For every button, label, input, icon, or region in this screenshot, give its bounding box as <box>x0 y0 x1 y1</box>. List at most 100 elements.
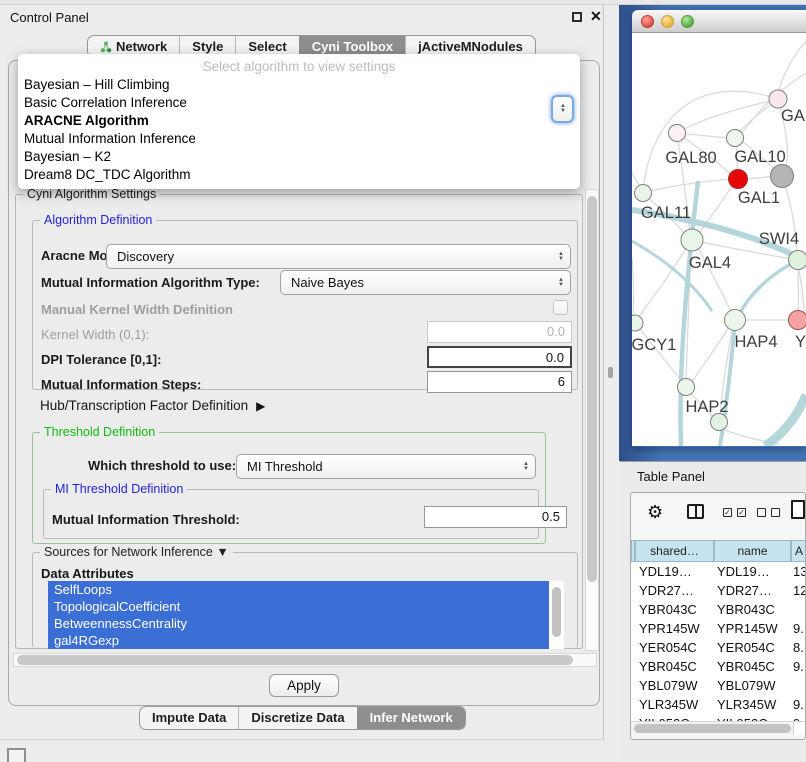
network-node-gcy1[interactable] <box>632 315 643 331</box>
hub-definition-expander[interactable]: Hub/Transcription Factor Definition▶ <box>40 398 265 413</box>
network-node-gal11[interactable] <box>635 185 652 202</box>
network-node-swi4[interactable] <box>789 251 806 270</box>
table-settings-gear-icon[interactable]: ⚙ <box>647 502 663 523</box>
table-cell: 9. <box>793 657 804 676</box>
table-row[interactable]: YLR345WYLR345W9. <box>631 695 806 714</box>
network-node-gal1[interactable] <box>729 170 748 189</box>
manual-kernel-label: Manual Kernel Width Definition <box>41 302 233 317</box>
algorithm-option[interactable]: Bayesian – K2 <box>18 148 580 166</box>
bottom-tab-discretize-data[interactable]: Discretize Data <box>238 707 356 729</box>
algorithm-dropdown-popup: Select algorithm to view settings Bayesi… <box>18 54 580 189</box>
algorithm-definition-group: Algorithm Definition Aracne Mode: Discov… <box>32 220 578 390</box>
network-canvas[interactable]: GALGAL80GAL10GAL1GAL11GAL4SWI4GCY1HAP4YH… <box>632 33 806 446</box>
mi-type-select[interactable]: Naive Bayes <box>280 270 571 295</box>
network-node-gal10[interactable] <box>727 130 744 147</box>
bottom-tab-impute-data[interactable]: Impute Data <box>140 707 238 729</box>
table-row[interactable]: YBL079WYBL079W <box>631 676 806 695</box>
sources-title[interactable]: Sources for Network Inference ▼ <box>40 545 233 559</box>
attribute-item[interactable]: TopologicalCoefficient <box>48 598 549 615</box>
table-header-cell[interactable]: name <box>714 540 791 562</box>
select-all-checkbox-icon[interactable] <box>737 508 746 517</box>
zoom-window-icon[interactable] <box>681 15 694 28</box>
algorithm-option[interactable]: Dream8 DC_TDC Algorithm <box>18 166 580 184</box>
table-cell: YIL052C <box>639 714 690 721</box>
algorithm-option[interactable]: ARACNE Algorithm <box>18 112 580 130</box>
panel-splitter-handle[interactable] <box>608 367 613 378</box>
deselect-all-checkbox-icon[interactable] <box>757 508 766 517</box>
settings-horizontal-scrollbar[interactable] <box>13 653 597 667</box>
apply-button[interactable]: Apply <box>269 674 339 697</box>
hub-definition-label: Hub/Transcription Factor Definition <box>40 398 248 413</box>
network-node[interactable] <box>711 414 728 431</box>
network-graph[interactable]: GALGAL80GAL10GAL1GAL11GAL4SWI4GCY1HAP4YH… <box>632 33 806 446</box>
table-header-cell[interactable]: shared… <box>635 540 714 562</box>
aracne-mode-select[interactable]: Discovery <box>106 244 571 269</box>
table-row[interactable]: YIL052CYIL052C9. <box>631 714 806 721</box>
table-cell: 9. <box>793 714 804 721</box>
close-panel-icon[interactable]: ✕ <box>590 8 602 25</box>
minimize-window-icon[interactable] <box>661 15 674 28</box>
table-cell: 9. <box>793 695 804 714</box>
deselect-all-checkbox-icon[interactable] <box>771 508 780 517</box>
panel-title: Control Panel <box>10 10 89 25</box>
data-attributes-list[interactable]: SelfLoopsTopologicalCoefficientBetweenne… <box>48 581 564 649</box>
scrollbar-corner <box>793 722 806 735</box>
node-label-swi4: SWI4 <box>759 230 799 248</box>
aracne-mode-value: Discovery <box>117 249 174 264</box>
table-body: YDL19…YDL19…13YDR27…YDR27…12YBR043CYBR04… <box>631 562 806 721</box>
window-titlebar[interactable] <box>632 10 806 33</box>
mi-threshold-field[interactable]: 0.5 <box>424 506 567 528</box>
table-cell: YBR043C <box>639 600 697 619</box>
node-label-gal: GAL <box>781 107 806 125</box>
column-layout-icon[interactable] <box>687 504 704 519</box>
kernel-width-field: 0.0 <box>427 321 572 343</box>
table-horizontal-scrollbar[interactable] <box>631 721 806 734</box>
algorithm-option[interactable]: Mutual Information Inference <box>18 130 580 148</box>
vertical-scroll-thumb[interactable] <box>587 196 597 582</box>
threshold-definition-title: Threshold Definition <box>40 425 159 439</box>
table-cell: YBR045C <box>717 657 775 676</box>
algorithm-combobox-arrows[interactable] <box>551 95 574 123</box>
float-window-icon[interactable] <box>572 12 582 22</box>
table-row[interactable]: YDL19…YDL19…13 <box>631 562 806 581</box>
network-node-gal[interactable] <box>769 90 787 108</box>
network-node-hap4[interactable] <box>725 310 746 331</box>
which-threshold-select[interactable]: MI Threshold <box>236 454 536 479</box>
network-node-y[interactable] <box>789 311 806 330</box>
table-cell: YPR145W <box>717 619 778 638</box>
table-row[interactable]: YBR045CYBR045C9. <box>631 657 806 676</box>
network-node-gal4[interactable] <box>681 229 703 251</box>
export-table-icon[interactable] <box>791 500 805 519</box>
table-hscroll-thumb[interactable] <box>634 724 791 733</box>
bottom-tab-infer-network[interactable]: Infer Network <box>357 707 465 729</box>
mi-threshold-title: MI Threshold Definition <box>51 482 187 496</box>
algorithm-option[interactable]: Bayesian – Hill Climbing <box>18 76 580 94</box>
table-row[interactable]: YER054CYER054C8. <box>631 638 806 657</box>
attributes-list-scrollbar[interactable] <box>552 587 561 637</box>
dpi-tolerance-field[interactable]: 0.0 <box>427 346 572 368</box>
network-node[interactable] <box>771 165 794 188</box>
minimized-panel-icon[interactable] <box>7 748 26 762</box>
network-node-gal80[interactable] <box>669 125 686 142</box>
manual-kernel-checkbox[interactable] <box>553 300 568 315</box>
algorithm-option[interactable]: Basic Correlation Inference <box>18 94 580 112</box>
table-cell: YLR345W <box>717 695 776 714</box>
mi-steps-field[interactable]: 6 <box>427 371 572 393</box>
table-cell: 9. <box>793 619 804 638</box>
close-window-icon[interactable] <box>641 15 654 28</box>
table-row[interactable]: YPR145WYPR145W9. <box>631 619 806 638</box>
settings-vertical-scrollbar[interactable] <box>585 189 599 651</box>
table-row[interactable]: YDR27…YDR27…12 <box>631 581 806 600</box>
select-all-checkbox-icon[interactable] <box>723 508 732 517</box>
attribute-item[interactable]: gal4RGexp <box>48 632 549 649</box>
table-cell: YER054C <box>639 638 697 657</box>
table-row[interactable]: YBR043C YBR043C <box>631 600 806 619</box>
attribute-item[interactable]: BetweennessCentrality <box>48 615 549 632</box>
spinner-arrows-icon <box>523 455 529 478</box>
table-cell: YBR043C <box>717 600 775 619</box>
table-header-cell[interactable]: A <box>791 540 806 562</box>
network-view-window[interactable]: GALGAL80GAL10GAL1GAL11GAL4SWI4GCY1HAP4YH… <box>632 10 806 447</box>
network-node-hap2[interactable] <box>678 379 695 396</box>
attribute-item[interactable]: SelfLoops <box>48 581 549 598</box>
horizontal-scroll-thumb[interactable] <box>17 655 573 665</box>
